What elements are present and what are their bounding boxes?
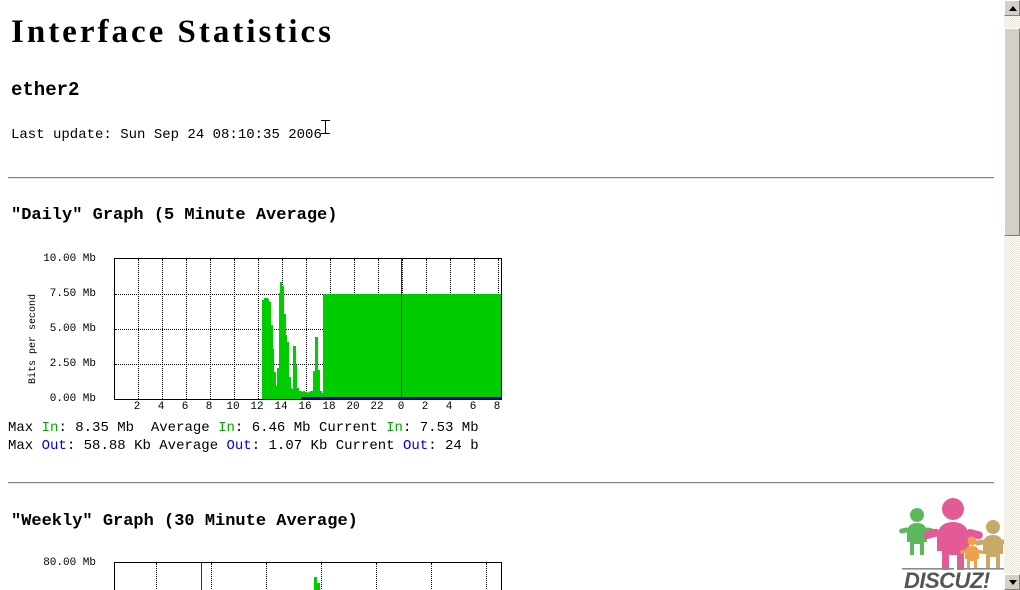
- daily-xtick-5: 12: [250, 401, 264, 413]
- stats-out-current-value: 24 b: [445, 438, 479, 454]
- weekly-vgrid-6: [486, 563, 487, 590]
- weekly-plot-area: [114, 562, 502, 590]
- daily-graph: Bits per second 10.00 Mb 7.50 Mb 5.00 Mb…: [0, 248, 520, 420]
- daily-xtick-7: 16: [298, 401, 312, 413]
- weekly-vgrid-3: [321, 563, 322, 590]
- stats-in-average-label: Average: [150, 420, 210, 436]
- stats-out-max-label: Max: [8, 438, 34, 454]
- daily-xtick-0: 2: [133, 401, 141, 413]
- stats-out-direction-2: Out: [226, 438, 252, 454]
- daily-vgrid-7: [306, 259, 307, 399]
- daily-xtick-1: 4: [157, 401, 165, 413]
- daily-now-marker: [401, 259, 402, 399]
- daily-xtick-11: 0: [397, 401, 405, 413]
- daily-vgrid-0: [138, 259, 139, 399]
- stats-in-current-label: Current: [318, 420, 378, 436]
- daily-xtick-4: 10: [226, 401, 240, 413]
- daily-stats-out-row: Max Out: 58.88 Kb Average Out: 1.07 Kb C…: [8, 438, 479, 454]
- scroll-down-button[interactable]: [1004, 574, 1020, 590]
- daily-ytick-1: 7.50 Mb: [49, 288, 96, 300]
- discuz-logo-icon: DISCUZ!: [899, 498, 1004, 590]
- daily-xtick-2: 6: [181, 401, 189, 413]
- daily-xtick-3: 8: [205, 401, 213, 413]
- stats-out-average-label: Average: [159, 438, 219, 454]
- stats-out-direction-3: Out: [402, 438, 429, 454]
- stats-out-average-value: 1.07 Kb: [268, 438, 328, 454]
- daily-graph-title: "Daily" Graph (5 Minute Average): [11, 206, 338, 225]
- text-cursor-icon: [321, 120, 330, 134]
- weekly-graph-title: "Weekly" Graph (30 Minute Average): [11, 512, 358, 531]
- weekly-vgrid-0: [156, 563, 157, 590]
- weekly-ytick-0: 80.00 Mb: [43, 557, 96, 569]
- divider-top: [8, 177, 994, 179]
- daily-xtick-10: 22: [370, 401, 384, 413]
- scrollbar-thumb[interactable]: [1004, 28, 1020, 236]
- daily-xtick-13: 4: [445, 401, 453, 413]
- daily-vgrid-4: [234, 259, 235, 399]
- daily-xtick-14: 6: [469, 401, 477, 413]
- stats-out-current-label: Current: [335, 438, 395, 454]
- daily-stats-in-row: Max In: 8.35 Mb Average In: 6.46 Mb Curr…: [8, 420, 479, 436]
- discuz-wordmark: DISCUZ!: [904, 568, 990, 590]
- weekly-in-spike-b: [317, 583, 320, 590]
- daily-xtick-6: 14: [274, 401, 288, 413]
- discuz-watermark: DISCUZ!: [898, 498, 1004, 590]
- scrollbar-track[interactable]: [1004, 16, 1020, 574]
- chevron-up-icon: [1009, 6, 1017, 11]
- stats-in-direction-3: In: [386, 420, 403, 436]
- stats-in-max-label: Max: [8, 420, 34, 436]
- daily-vgrid-2: [186, 259, 187, 399]
- daily-ytick-4: 0.00 Mb: [49, 393, 96, 405]
- daily-plot-area: [114, 258, 502, 400]
- scroll-up-button[interactable]: [1004, 0, 1020, 16]
- stats-in-average-value: 6.46 Mb: [251, 420, 311, 436]
- stats-in-max-value: 8.35 Mb: [75, 420, 135, 436]
- daily-vgrid-5: [258, 259, 259, 399]
- daily-ytick-2: 5.00 Mb: [49, 323, 96, 335]
- stats-out-max-value: 58.88 Kb: [83, 438, 151, 454]
- chevron-down-icon: [1009, 580, 1017, 585]
- daily-y-axis-label: Bits per second: [28, 293, 39, 384]
- daily-xtick-12: 2: [421, 401, 429, 413]
- stats-in-current-value: 7.53 Mb: [419, 420, 479, 436]
- interface-name: ether2: [11, 79, 80, 101]
- weekly-vgrid-4: [376, 563, 377, 590]
- weekly-vgrid-1: [211, 563, 212, 590]
- stats-in-direction-2: In: [218, 420, 235, 436]
- vertical-scrollbar[interactable]: [1004, 0, 1020, 590]
- page-viewport: Interface Statistics ether2 Last update:…: [0, 0, 1004, 590]
- last-update-text: Last update: Sun Sep 24 08:10:35 2006: [11, 127, 322, 143]
- daily-vgrid-3: [210, 259, 211, 399]
- page-title: Interface Statistics: [11, 14, 335, 50]
- daily-ytick-3: 2.50 Mb: [49, 358, 96, 370]
- daily-xtick-8: 18: [322, 401, 336, 413]
- weekly-vgrid-5: [431, 563, 432, 590]
- weekly-graph: 80.00 Mb: [0, 552, 520, 590]
- stats-in-direction: In: [41, 420, 59, 436]
- weekly-now-marker: [201, 563, 202, 590]
- daily-vgrid-1: [162, 259, 163, 399]
- divider-bottom: [8, 482, 994, 484]
- stats-out-direction: Out: [41, 438, 67, 454]
- daily-in-bar: [499, 294, 501, 399]
- daily-xtick-9: 20: [346, 401, 360, 413]
- daily-xtick-15: 8: [493, 401, 501, 413]
- daily-ytick-0: 10.00 Mb: [43, 253, 96, 265]
- weekly-vgrid-2: [266, 563, 267, 590]
